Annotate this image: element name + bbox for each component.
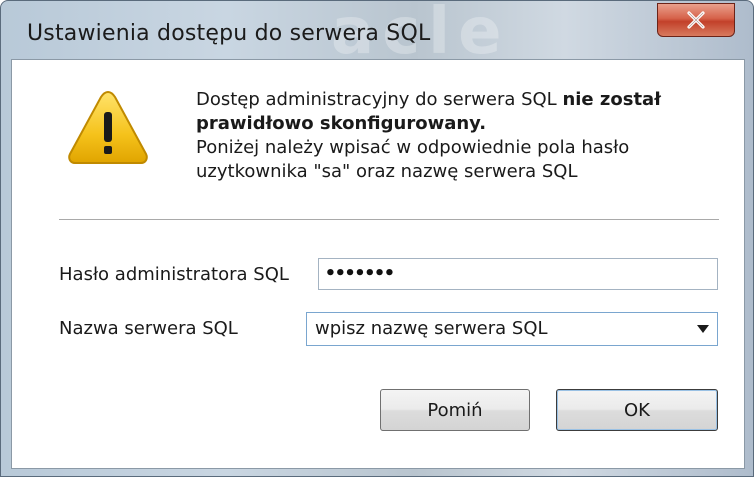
message-line2-bold: prawidłowo skonfigurowany. (196, 113, 487, 134)
window-title: Ustawienia dostępu do serwera SQL (27, 21, 431, 46)
skip-button[interactable]: Pomiń (380, 389, 530, 431)
server-label: Nazwa serwera SQL (59, 318, 238, 339)
message-line3: Poniżej należy wpisać w odpowiednie pola… (196, 137, 630, 158)
server-select-value: wpisz nazwę serwera SQL (315, 318, 548, 339)
ok-button[interactable]: OK (556, 389, 718, 431)
close-button[interactable] (657, 3, 735, 37)
message-line4: uzytkownika "sa" oraz nazwę serwera SQL (196, 161, 578, 182)
close-icon (687, 11, 705, 29)
message-line1-bold: nie został (562, 89, 661, 110)
separator (59, 219, 719, 220)
server-select[interactable]: wpisz nazwę serwera SQL (306, 312, 718, 346)
warning-message: Dostęp administracyjny do serwera SQL ni… (196, 88, 736, 184)
title-bar[interactable]: acle Ustawienia dostępu do serwera SQL (1, 0, 753, 69)
warning-icon (68, 90, 148, 164)
dialog-body: Dostęp administracyjny do serwera SQL ni… (11, 59, 745, 469)
dialog-window: acle Ustawienia dostępu do serwera SQL D… (0, 0, 754, 477)
message-line1: Dostęp administracyjny do serwera SQL (196, 89, 563, 110)
password-label: Hasło administratora SQL (59, 264, 289, 285)
chevron-down-icon[interactable] (697, 325, 709, 333)
password-field[interactable]: ••••••• (318, 258, 718, 290)
